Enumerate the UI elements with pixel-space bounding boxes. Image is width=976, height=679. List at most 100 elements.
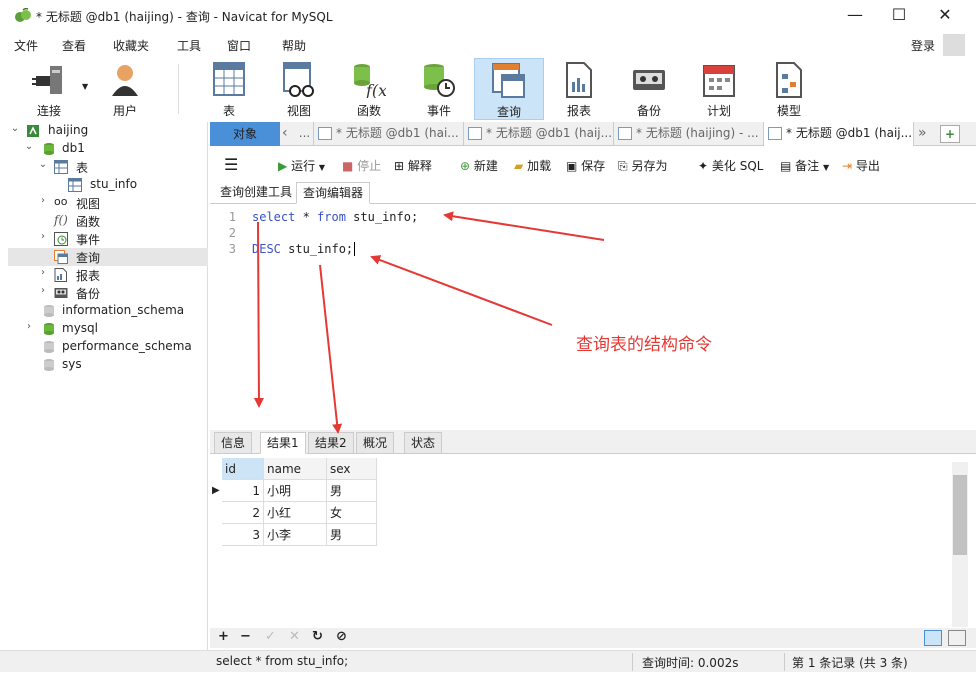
load-button[interactable]: ▰ 加载: [514, 157, 551, 174]
tree-db-information-schema[interactable]: information_schema: [8, 302, 208, 320]
tree-connection[interactable]: ⌄ haijing: [8, 122, 208, 140]
tree-functions[interactable]: f() 函数: [8, 212, 208, 230]
table-cell[interactable]: 1: [222, 480, 264, 502]
menu-help[interactable]: 帮助: [282, 37, 306, 54]
toolbar-table[interactable]: 表: [194, 58, 264, 120]
export-button[interactable]: ⇥ 导出: [842, 157, 880, 174]
tree-views[interactable]: › oo 视图: [8, 194, 208, 212]
delete-record-icon[interactable]: −: [240, 629, 251, 644]
tab-label: * 无标题 @db1 (haij...: [786, 126, 913, 140]
chevron-down-icon[interactable]: ⌄: [38, 159, 48, 170]
chevron-right-icon[interactable]: ›: [38, 231, 48, 242]
tab-query-builder[interactable]: 查询创建工具: [214, 182, 298, 204]
explain-button[interactable]: ⊞ 解释: [394, 157, 432, 174]
table-cell[interactable]: 女: [327, 502, 377, 524]
minimize-button[interactable]: —: [832, 0, 878, 32]
table-cell[interactable]: 2: [222, 502, 264, 524]
chevron-right-icon[interactable]: ›: [24, 321, 34, 332]
table-cell[interactable]: 小明: [264, 480, 327, 502]
tree-events[interactable]: › 事件: [8, 230, 208, 248]
maximize-button[interactable]: ☐: [876, 0, 922, 32]
connect-dropdown-icon[interactable]: ▼: [82, 82, 88, 91]
toolbar-user[interactable]: 用户: [90, 58, 160, 120]
discard-changes-icon[interactable]: ✕: [289, 629, 300, 644]
tree-events-label: 事件: [76, 233, 101, 247]
chevron-right-icon[interactable]: ›: [38, 285, 48, 296]
tab-query[interactable]: * 无标题 @db1 (haij...: [464, 122, 614, 146]
toolbar-model[interactable]: 模型: [754, 58, 824, 120]
menu-window[interactable]: 窗口: [227, 37, 251, 54]
table-cell[interactable]: 小红: [264, 502, 327, 524]
save-button[interactable]: ▣ 保存: [566, 157, 605, 174]
menu-icon[interactable]: ☰: [224, 155, 238, 174]
beautify-sql-button[interactable]: ✦ 美化 SQL: [698, 157, 763, 174]
comment-button[interactable]: ▤ 备注 ▼: [780, 157, 829, 174]
save-as-button[interactable]: ⎘ 另存为: [618, 157, 667, 174]
toolbar-schedule[interactable]: 计划: [684, 58, 754, 120]
toolbar-backup[interactable]: 备份: [614, 58, 684, 120]
code-line-3[interactable]: DESC stu_info;​: [252, 242, 356, 256]
add-record-icon[interactable]: +: [218, 629, 229, 644]
chevron-down-icon[interactable]: ▼: [823, 163, 829, 172]
column-header-name[interactable]: name: [264, 458, 327, 480]
column-header-id[interactable]: id: [222, 458, 264, 480]
close-button[interactable]: ✕: [922, 0, 968, 32]
tree-backups[interactable]: › 备份: [8, 284, 208, 302]
run-button[interactable]: ▶ 运行 ▼: [278, 157, 325, 174]
tree-db[interactable]: ⌄ db1: [8, 140, 208, 158]
new-button[interactable]: ⊕ 新建: [460, 157, 498, 174]
tree-queries[interactable]: 查询: [8, 248, 208, 266]
toolbar-report[interactable]: 报表: [544, 58, 614, 120]
new-tab-icon[interactable]: +: [940, 125, 960, 143]
toolbar-event[interactable]: 事件: [404, 58, 474, 120]
chevron-down-icon[interactable]: ▼: [319, 163, 325, 172]
avatar[interactable]: [943, 34, 965, 56]
tree-db-performance-schema[interactable]: performance_schema: [8, 338, 208, 356]
table-cell[interactable]: 3: [222, 524, 264, 546]
tab-objects[interactable]: 对象: [210, 122, 280, 146]
tree-db-sys[interactable]: sys: [8, 356, 208, 374]
tab-result-1[interactable]: 结果1: [260, 432, 306, 454]
toolbar-view[interactable]: 视图: [264, 58, 334, 120]
column-header-sex[interactable]: sex: [327, 458, 377, 480]
toolbar-connect[interactable]: 连接: [14, 58, 84, 120]
grid-view-icon[interactable]: [924, 630, 942, 646]
tab-info[interactable]: 信息: [214, 432, 253, 454]
menu-view[interactable]: 查看: [62, 37, 86, 54]
chevron-down-icon[interactable]: ⌄: [24, 141, 34, 152]
tree-reports[interactable]: › 报表: [8, 266, 208, 284]
tab-scroll-right-icon[interactable]: »: [918, 125, 927, 141]
menu-favorites[interactable]: 收藏夹: [113, 37, 149, 54]
tree-tables[interactable]: ⌄ 表: [8, 158, 208, 176]
chevron-right-icon[interactable]: ›: [38, 267, 48, 278]
table-cell[interactable]: 小李: [264, 524, 327, 546]
tab-scroll-left-icon[interactable]: ‹: [282, 125, 288, 141]
tab-overflow[interactable]: ...: [296, 122, 314, 146]
tree-table-stu-info[interactable]: stu_info: [8, 176, 208, 194]
tab-query[interactable]: * 无标题 (haijing) - ...: [614, 122, 764, 146]
scrollbar-thumb[interactable]: [953, 475, 967, 555]
tree-db-mysql[interactable]: › mysql: [8, 320, 208, 338]
toolbar-query[interactable]: 查询: [474, 58, 544, 120]
form-view-icon[interactable]: [948, 630, 966, 646]
tab-query[interactable]: * 无标题 @db1 (hai...: [314, 122, 464, 146]
code-line-1[interactable]: select * from stu_info;: [252, 210, 418, 224]
table-cell[interactable]: 男: [327, 524, 377, 546]
login-link[interactable]: 登录: [911, 37, 935, 54]
tab-result-2[interactable]: 结果2: [308, 432, 354, 454]
tab-query-editor[interactable]: 查询编辑器: [296, 182, 371, 204]
sql-editor[interactable]: 1 2 3 select * from stu_info; DESC stu_i…: [210, 205, 976, 427]
tab-overview[interactable]: 概况: [356, 432, 395, 454]
apply-changes-icon[interactable]: ✓: [265, 629, 276, 644]
stop-icon[interactable]: ⊘: [336, 629, 347, 644]
menu-file[interactable]: 文件: [14, 37, 38, 54]
refresh-icon[interactable]: ↻: [312, 629, 323, 644]
chevron-right-icon[interactable]: ›: [38, 195, 48, 206]
stop-button[interactable]: ■ 停止: [342, 157, 381, 174]
menu-tools[interactable]: 工具: [177, 37, 201, 54]
table-cell[interactable]: 男: [327, 480, 377, 502]
tab-status[interactable]: 状态: [404, 432, 443, 454]
chevron-down-icon[interactable]: ⌄: [10, 123, 20, 134]
toolbar-function[interactable]: f(x) 函数: [334, 58, 404, 120]
tab-query-active[interactable]: * 无标题 @db1 (haij...: [764, 122, 914, 146]
